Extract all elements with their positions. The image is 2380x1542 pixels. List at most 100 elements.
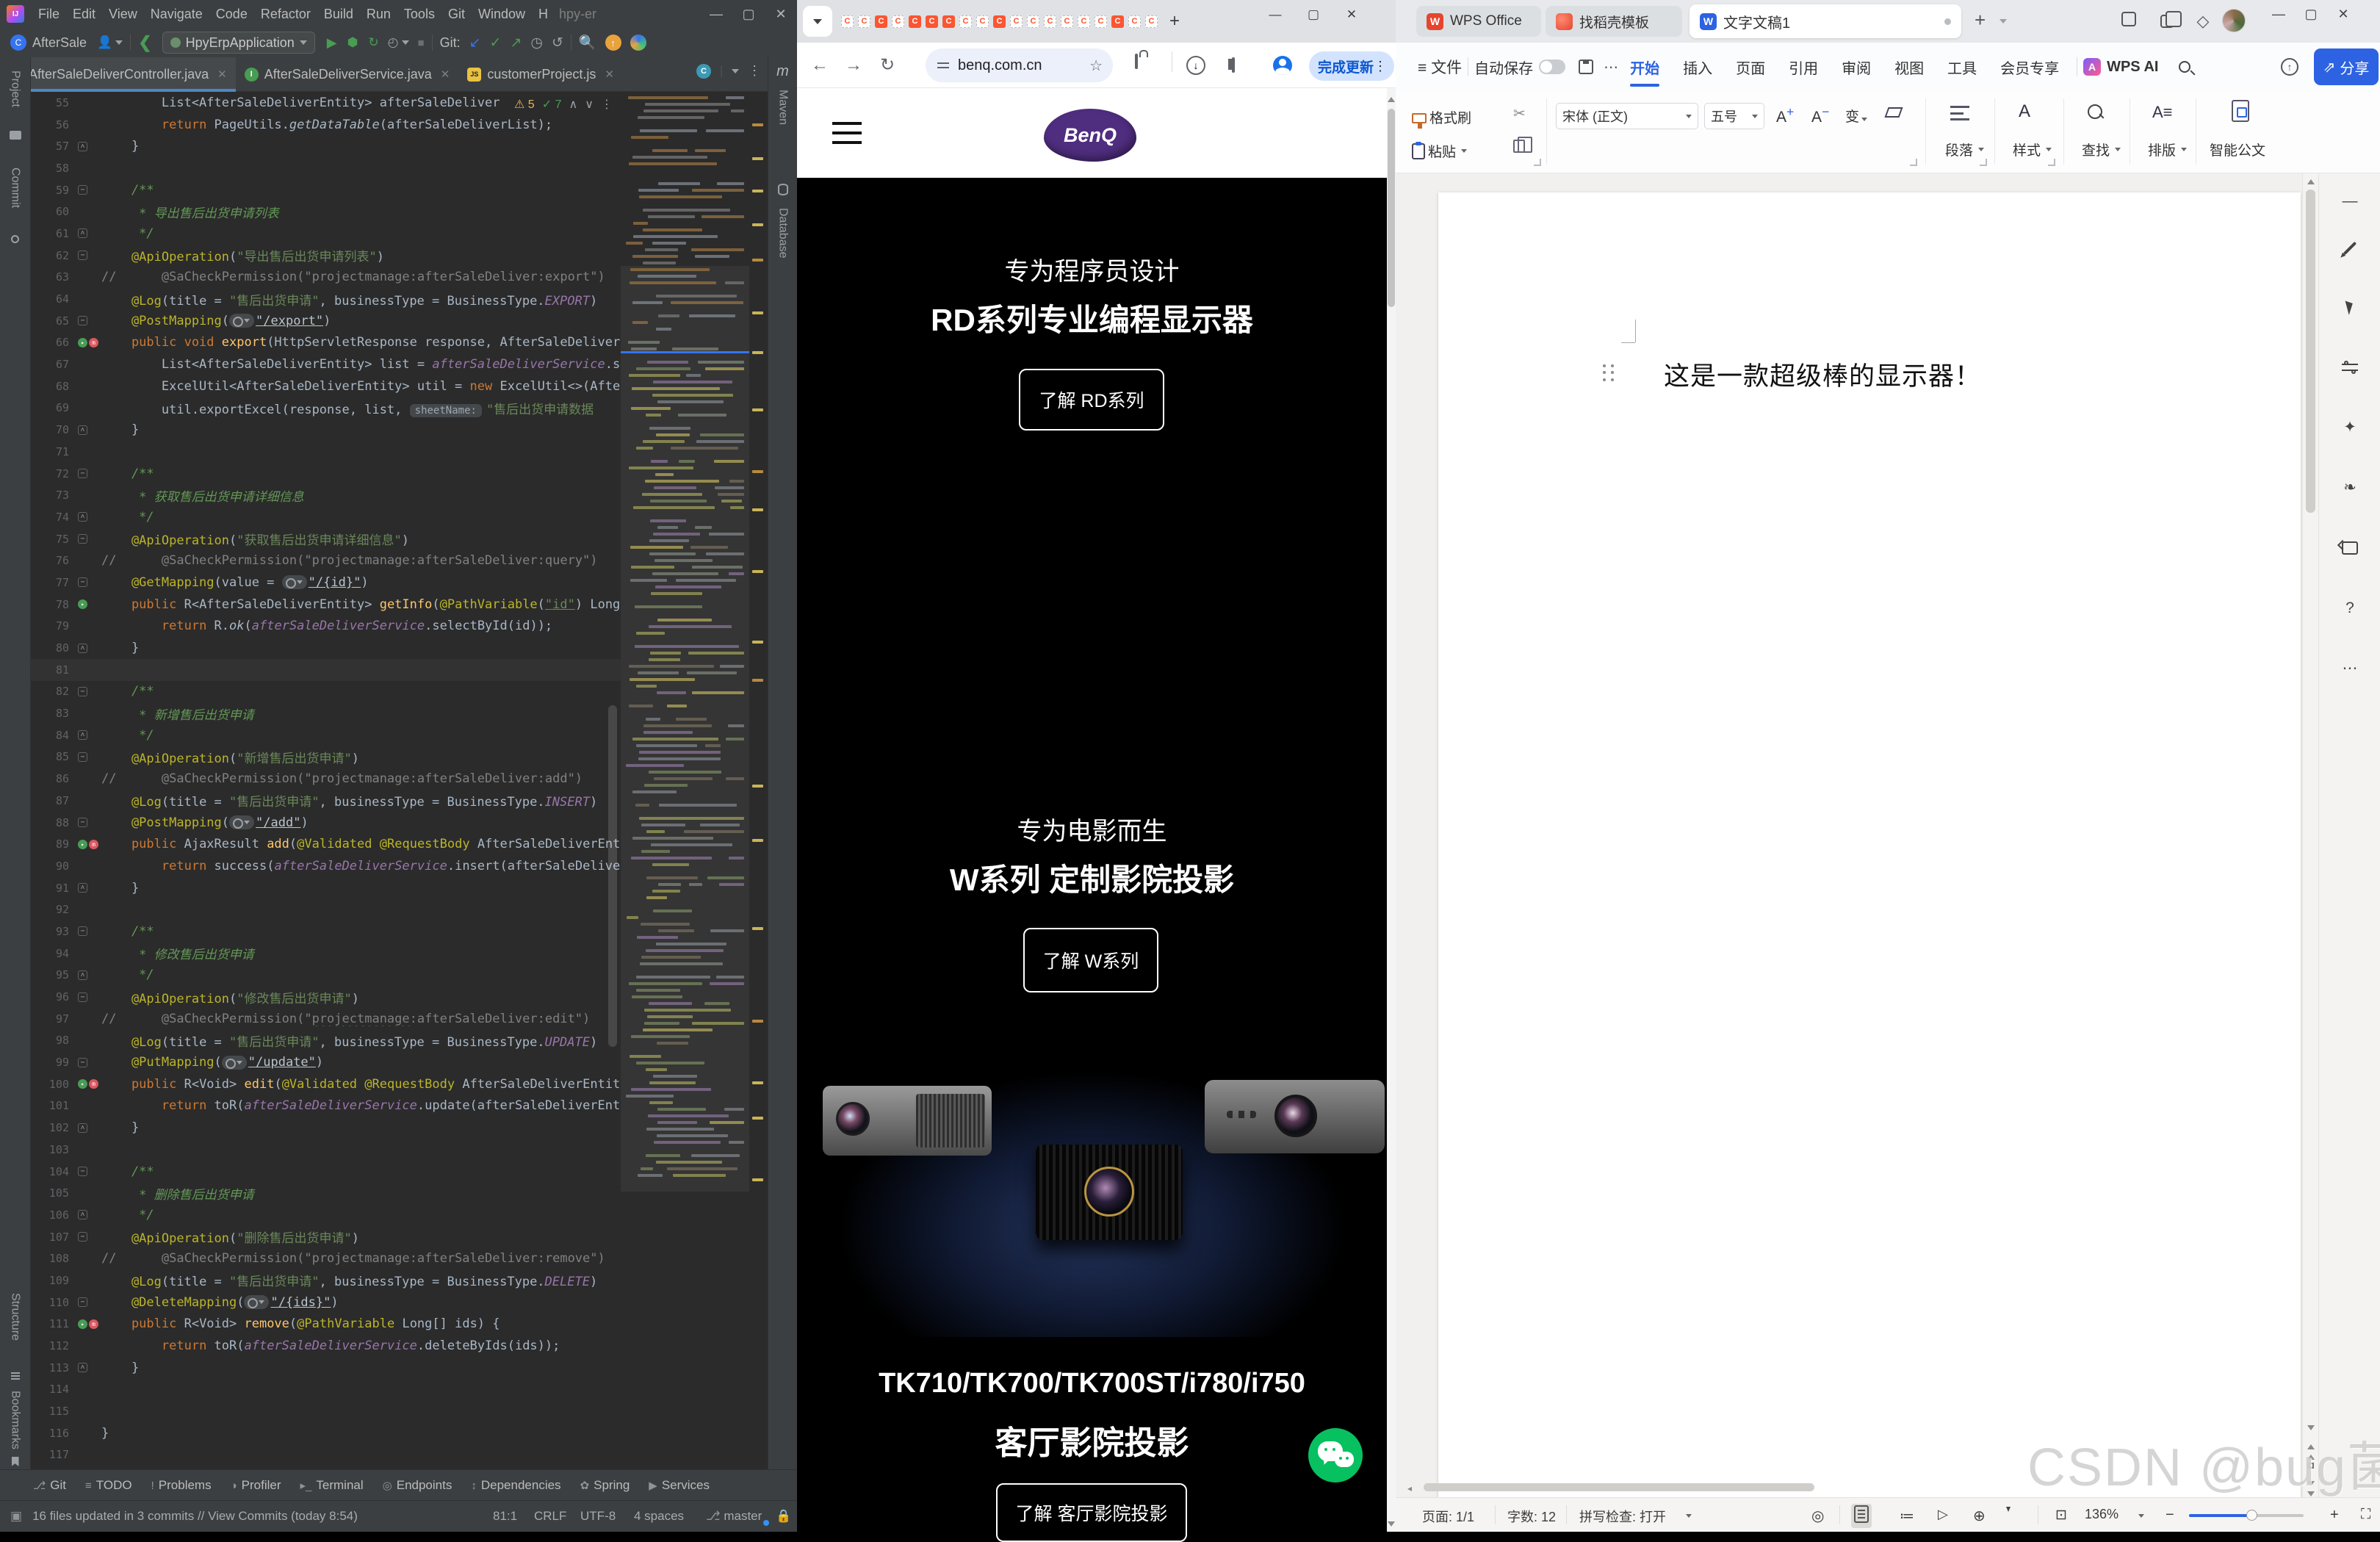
browser-tab-6[interactable]: C: [941, 12, 956, 31]
toolwindow-todo[interactable]: ≡ TODO: [85, 1478, 132, 1493]
error-stripe-mark[interactable]: [752, 408, 763, 411]
run-configuration-select[interactable]: HpyErpApplication: [162, 32, 315, 54]
git-update-icon[interactable]: ↙: [469, 35, 481, 51]
toolwindow-structure[interactable]: Structure: [0, 1293, 30, 1341]
zoom-chevron-icon[interactable]: [2138, 1514, 2144, 1518]
update-chrome-chip[interactable]: 完成更新 ⋮: [1309, 51, 1394, 81]
fold-icon[interactable]: −: [78, 316, 87, 326]
fold-end-icon[interactable]: ˄: [78, 1210, 87, 1220]
browser-tab-9[interactable]: C: [992, 12, 1007, 31]
project-icon[interactable]: C: [10, 35, 26, 51]
texture-card-icon[interactable]: ❧: [2340, 478, 2360, 498]
editor-tab-customerProject.js[interactable]: JS customerProject.js ✕: [458, 57, 623, 91]
mapping-icon[interactable]: m: [89, 1319, 98, 1329]
fold-end-icon[interactable]: ˄: [78, 730, 87, 741]
browser-tab-14[interactable]: C: [1076, 12, 1092, 31]
browser-tab-17[interactable]: C: [1127, 12, 1142, 31]
decrease-font-icon[interactable]: A−: [1811, 104, 1829, 126]
clear-format-icon[interactable]: [1884, 107, 1903, 118]
error-stripe-mark[interactable]: [752, 223, 763, 226]
fold-icon[interactable]: −: [78, 251, 87, 261]
browser-tab-1[interactable]: C: [857, 12, 872, 31]
search-everywhere-icon[interactable]: [630, 35, 646, 51]
edit-pen-icon[interactable]: [2340, 238, 2360, 259]
browser-tab-15[interactable]: C: [1093, 12, 1108, 31]
fold-end-icon[interactable]: ˄: [78, 643, 87, 653]
downloads-icon[interactable]: ↓: [1186, 56, 1205, 75]
error-stripe-mark[interactable]: [752, 190, 763, 192]
menu-item-refactor[interactable]: Refactor: [254, 0, 317, 28]
more-dots-icon[interactable]: ⋯: [2340, 658, 2360, 679]
update-available-icon[interactable]: ↑: [605, 35, 621, 51]
properties-sliders-icon[interactable]: [2340, 357, 2360, 378]
coverage-icon[interactable]: ↻: [368, 35, 378, 50]
toolwindow-toggle-icon[interactable]: ▣: [10, 1509, 22, 1524]
browser-tab-12[interactable]: C: [1042, 12, 1058, 31]
wps-home-tab[interactable]: W WPS Office: [1416, 6, 1541, 37]
fold-end-icon[interactable]: ˄: [78, 512, 87, 522]
git-commit-icon[interactable]: ✓: [490, 35, 502, 51]
smart-doc-button[interactable]: 智能公文: [2210, 140, 2265, 159]
file-menu[interactable]: ≡ 文件: [1418, 56, 1462, 78]
font-family-select[interactable]: 宋体 (正文): [1556, 103, 1698, 129]
rollback-icon[interactable]: ↺: [552, 35, 563, 51]
mapping-icon[interactable]: m: [89, 839, 98, 849]
styles-button[interactable]: 样式: [2013, 140, 2052, 159]
zoom-out-icon[interactable]: −: [2166, 1507, 2174, 1524]
error-stripe-mark[interactable]: [752, 570, 763, 573]
share-button[interactable]: ⇗ 分享: [2314, 48, 2379, 85]
toolwindow-profiler[interactable]: ◑ Profiler: [231, 1478, 281, 1493]
eye-protect-icon[interactable]: ◎: [1811, 1507, 1824, 1525]
editor-tab-AfterSaleDeliverService.java[interactable]: I AfterSaleDeliverService.java ✕: [236, 57, 459, 91]
menu-item-view[interactable]: View: [102, 0, 144, 28]
next-problem-icon[interactable]: ∨: [585, 97, 594, 112]
run-endpoint-icon[interactable]: ▸: [78, 599, 87, 610]
wps-menu-插入[interactable]: 插入: [1671, 57, 1724, 78]
menu-item-tools[interactable]: Tools: [397, 0, 441, 28]
close-icon[interactable]: ✕: [1333, 7, 1371, 22]
browser-tab-3[interactable]: C: [890, 12, 906, 31]
wps-menu-页面[interactable]: 页面: [1724, 57, 1777, 78]
toolwindow-maven[interactable]: Maven: [768, 90, 797, 125]
mapping-url-icon[interactable]: [244, 1295, 270, 1310]
learn-rd-series-button[interactable]: 了解 RD系列: [1019, 369, 1164, 430]
error-stripe-mark[interactable]: [752, 311, 763, 314]
error-stripe[interactable]: [749, 92, 768, 1469]
intellij-logo-icon[interactable]: IJ: [7, 5, 24, 23]
scrollbar-thumb[interactable]: [1388, 109, 1395, 307]
browser-menu-kebab-icon[interactable]: ⋮: [1374, 59, 1387, 74]
fold-icon[interactable]: −: [78, 185, 87, 195]
search-icon[interactable]: 🔍: [579, 34, 596, 51]
page-count[interactable]: 页面: 1/1: [1422, 1507, 1474, 1526]
wps-ai-icon[interactable]: A: [2083, 58, 2102, 76]
minimize-icon[interactable]: —: [2262, 7, 2295, 22]
scroll-down-icon[interactable]: [1388, 1517, 1395, 1530]
run-endpoint-icon[interactable]: ▸: [78, 1319, 87, 1329]
fullscreen-icon[interactable]: ⛶: [2361, 1507, 2370, 1523]
paste-button[interactable]: 粘贴: [1412, 141, 1468, 161]
focus-mode-icon[interactable]: ⊡: [2055, 1507, 2067, 1524]
address-bar[interactable]: benq.com.cn ☆: [926, 48, 1113, 82]
user-avatar[interactable]: [2222, 9, 2246, 32]
clipboard-dialog-launcher[interactable]: [1534, 159, 1541, 166]
maximize-icon[interactable]: ▢: [732, 7, 765, 22]
browser-tab-0[interactable]: C: [840, 12, 855, 31]
error-stripe-mark[interactable]: [752, 1081, 763, 1084]
fold-end-icon[interactable]: ˄: [78, 228, 87, 239]
skin-theme-icon[interactable]: [2340, 538, 2360, 558]
run-icon[interactable]: ▶: [327, 35, 337, 51]
browser-tab-2[interactable]: C: [873, 12, 889, 31]
spellcheck-chevron-icon[interactable]: [1686, 1514, 1692, 1518]
font-size-select[interactable]: 五号: [1704, 103, 1764, 129]
toolwindow-database[interactable]: Database: [768, 208, 797, 259]
error-stripe-mark[interactable]: [752, 508, 763, 511]
mapping-url-icon[interactable]: [221, 1055, 247, 1070]
fold-icon[interactable]: −: [78, 1167, 87, 1177]
cut-icon[interactable]: ✂: [1513, 104, 1526, 123]
fold-icon[interactable]: −: [78, 1057, 87, 1067]
menu-item-build[interactable]: Build: [317, 0, 360, 28]
spellcheck-status[interactable]: 拼写检查: 打开: [1579, 1507, 1666, 1526]
toolwindow-dependencies[interactable]: ↕ Dependencies: [471, 1478, 560, 1493]
browser-tab-4[interactable]: C: [907, 12, 923, 31]
app-switch-icon[interactable]: [2119, 12, 2138, 31]
